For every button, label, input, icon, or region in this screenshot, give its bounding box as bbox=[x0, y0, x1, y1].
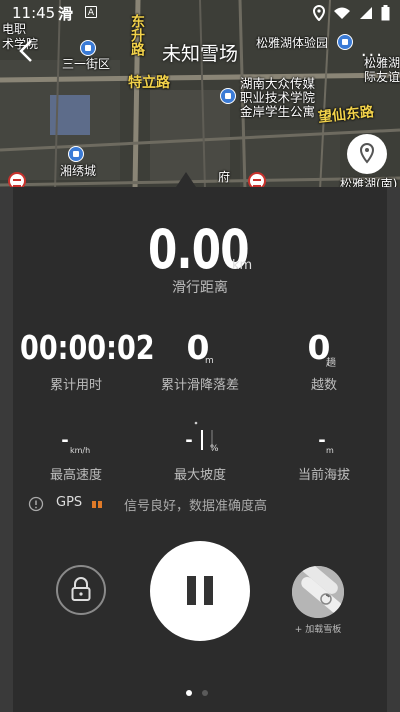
poi-icon[interactable] bbox=[68, 146, 84, 162]
max-speed-unit: km/h bbox=[70, 446, 91, 455]
load-snowboard-button[interactable] bbox=[292, 566, 344, 618]
map-label: 际友谊 bbox=[364, 70, 400, 84]
runs-unit: 趟 bbox=[326, 358, 336, 369]
page-title: 未知雪场 bbox=[161, 43, 238, 65]
pause-button[interactable] bbox=[150, 541, 250, 641]
gps-label: GPS bbox=[56, 495, 83, 510]
pause-icon bbox=[187, 576, 213, 605]
max-speed-label: 最高速度 bbox=[49, 468, 102, 483]
drop-label: 累计滑降落差 bbox=[160, 378, 239, 393]
map-label: 金岸学生公寓 bbox=[240, 104, 316, 119]
info-icon bbox=[28, 496, 44, 512]
notification-app-icon: A bbox=[85, 6, 97, 18]
time-label: 累计用时 bbox=[49, 378, 102, 393]
drop-unit: m bbox=[205, 356, 214, 366]
max-slope-unit: % bbox=[210, 444, 219, 454]
top-bar: 未知雪场 ... bbox=[0, 34, 400, 68]
location-icon bbox=[313, 5, 325, 21]
altitude-label: 当前海拔 bbox=[297, 468, 350, 483]
lock-button[interactable] bbox=[56, 565, 106, 615]
distance-unit: km bbox=[232, 258, 253, 273]
panel-drag-handle[interactable] bbox=[176, 172, 196, 187]
signal-icon bbox=[360, 7, 372, 19]
map-label: 职业技术学院 bbox=[240, 90, 316, 105]
battery-icon bbox=[381, 5, 390, 21]
time-value: 00:00:02 bbox=[20, 328, 155, 367]
wifi-icon bbox=[334, 7, 350, 19]
status-time: 11:45 bbox=[12, 4, 56, 22]
gps-signal-icon bbox=[92, 501, 102, 508]
status-icons bbox=[313, 5, 390, 21]
snowboard-icon bbox=[292, 566, 344, 618]
max-slope-label: 最大坡度 bbox=[173, 468, 226, 483]
altitude-unit: m bbox=[326, 446, 334, 455]
page-indicator bbox=[186, 690, 208, 696]
map-label: 湘绣城 bbox=[60, 164, 97, 178]
map-label: 湖南大众传媒 bbox=[240, 76, 316, 91]
page-dot-active[interactable] bbox=[186, 690, 192, 696]
map-label: 府 bbox=[218, 170, 231, 184]
panel-side-right bbox=[387, 187, 400, 712]
map-road-label: 特立路 bbox=[128, 75, 170, 91]
distance-label: 滑行距离 bbox=[172, 280, 228, 296]
notification-app-icon: 滑 bbox=[58, 5, 74, 23]
map-pin-icon bbox=[359, 142, 375, 164]
lock-icon bbox=[71, 577, 91, 601]
more-menu-icon[interactable]: ... bbox=[361, 40, 384, 61]
gps-status-text: 信号良好，数据准确度高 bbox=[124, 499, 268, 514]
status-bar: 11:45 滑 A bbox=[0, 0, 400, 28]
page-dot[interactable] bbox=[202, 690, 208, 696]
runs-label: 越数 bbox=[310, 378, 337, 393]
load-snowboard-label: + 加载雪板 bbox=[294, 625, 342, 635]
locate-button[interactable] bbox=[347, 134, 387, 174]
poi-icon[interactable] bbox=[220, 88, 236, 104]
panel-side-left bbox=[0, 187, 13, 712]
